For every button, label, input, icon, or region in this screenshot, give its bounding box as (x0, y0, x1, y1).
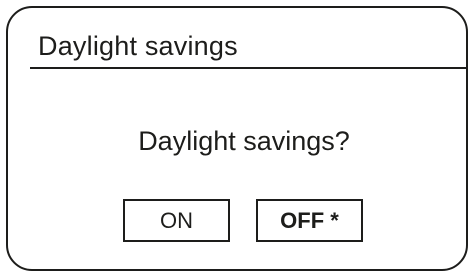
on-button[interactable]: ON (123, 199, 230, 242)
off-button[interactable]: OFF * (256, 199, 363, 242)
dialog-prompt: Daylight savings? (138, 126, 350, 156)
dialog-title: Daylight savings (38, 31, 238, 61)
title-divider (30, 67, 468, 69)
